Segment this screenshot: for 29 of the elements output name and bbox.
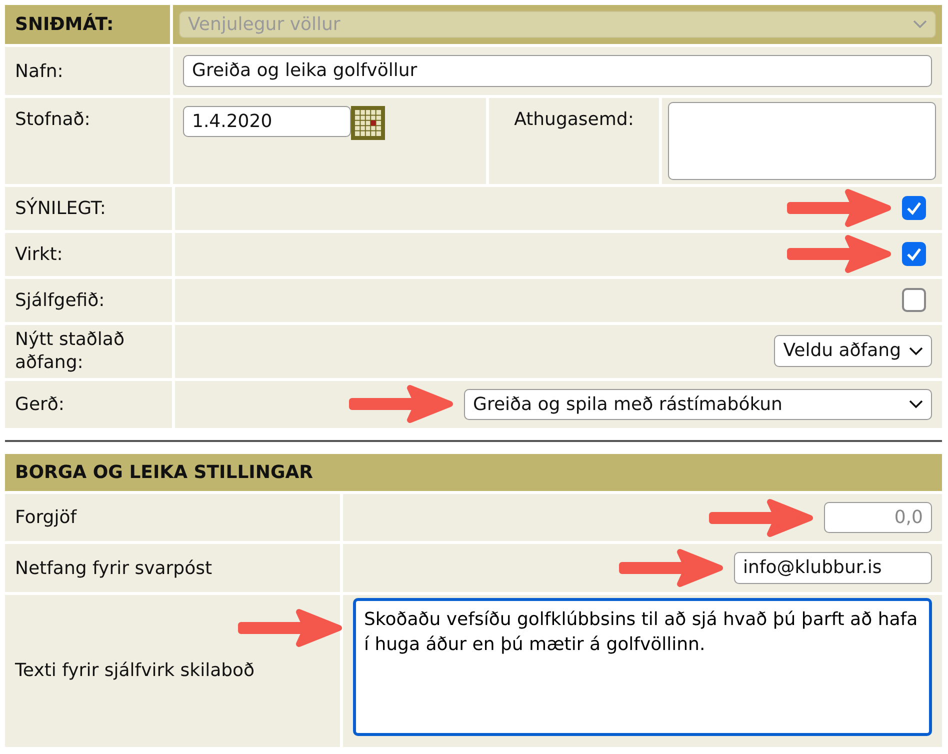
field-label: Stofnað:	[5, 98, 170, 184]
email-field[interactable]: info@klubbur.is	[734, 552, 932, 584]
section-header: BORGA OG LEIKA STILLINGAR	[5, 454, 942, 491]
field-label: Netfang fyrir svarpóst	[5, 544, 340, 592]
field-label: Forgjöf	[5, 494, 340, 542]
note-field[interactable]	[668, 102, 936, 180]
dropdown[interactable]: Greiða og spila með rástímabókun	[464, 388, 932, 420]
caret-icon	[909, 346, 923, 356]
dropdown[interactable]: Veldu aðfang	[774, 335, 932, 367]
field-label: Sjálfgefið:	[5, 278, 172, 322]
field-label: Virkt:	[5, 232, 172, 276]
field-label: Gerð:	[5, 380, 172, 428]
field-label: SÝNILEGT:	[5, 186, 172, 230]
calendar-icon[interactable]	[351, 106, 385, 140]
message-field[interactable]: Skoðaðu vefsíðu golfklúbbsins til að sjá hvað þú þarft að hafa í huga áður en þú mætir á golfvöllinn.	[353, 598, 932, 736]
date-field[interactable]: 1.4.2020	[183, 106, 351, 138]
field-label: Texti fyrir sjálfvirk skilaboð	[5, 594, 340, 747]
caret-icon	[909, 400, 923, 409]
field-label: Nýtt staðlað aðfang:	[5, 324, 172, 378]
section-header: SNIÐMÁT:	[5, 5, 170, 44]
field-label: Athugasemd:	[489, 98, 659, 184]
name-field[interactable]: Greiða og leika golfvöllur	[183, 55, 932, 87]
check-icon	[906, 200, 922, 216]
check-icon	[906, 246, 922, 262]
checkbox[interactable]	[902, 242, 926, 266]
checkbox[interactable]	[902, 288, 926, 312]
field-label: Nafn:	[5, 47, 170, 95]
checkbox[interactable]	[902, 196, 926, 220]
caret-icon	[913, 20, 927, 30]
